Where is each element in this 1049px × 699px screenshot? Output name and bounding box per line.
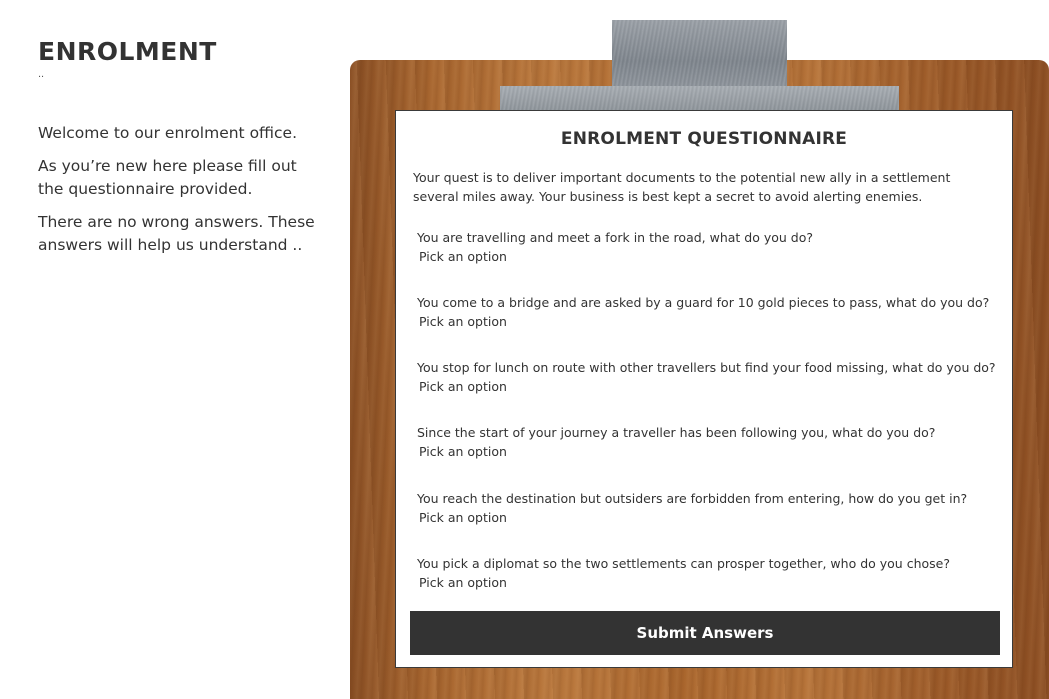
- question-2: You come to a bridge and are asked by a …: [417, 293, 997, 331]
- question-1-dropdown[interactable]: Pick an option: [419, 247, 997, 266]
- question-2-dropdown[interactable]: Pick an option: [419, 312, 997, 331]
- intro-panel: ENROLMENT .. Welcome to our enrolment of…: [38, 36, 318, 267]
- question-6: You pick a diplomat so the two settlemen…: [417, 554, 997, 592]
- clipboard-clip-base: [500, 86, 899, 112]
- question-3: You stop for lunch on route with other t…: [417, 358, 997, 396]
- page-title: ENROLMENT: [38, 37, 217, 66]
- question-6-dropdown[interactable]: Pick an option: [419, 573, 997, 592]
- question-4-dropdown[interactable]: Pick an option: [419, 442, 997, 461]
- question-label: You come to a bridge and are asked by a …: [417, 295, 990, 310]
- intro-text: Welcome to our enrolment office. As you’…: [38, 122, 318, 257]
- intro-paragraph-3: There are no wrong answers. These answer…: [38, 213, 315, 254]
- question-4: Since the start of your journey a travel…: [417, 423, 997, 461]
- question-1: You are travelling and meet a fork in th…: [417, 228, 997, 266]
- page: ENROLMENT .. Welcome to our enrolment of…: [0, 0, 1049, 699]
- intro-paragraph-1: Welcome to our enrolment office.: [38, 124, 298, 142]
- intro-paragraph-2: As you’re new here please fill out the q…: [38, 157, 297, 198]
- question-label: Since the start of your journey a travel…: [417, 425, 936, 440]
- questionnaire-description: Your quest is to deliver important docum…: [413, 170, 951, 204]
- question-label: You pick a diplomat so the two settlemen…: [417, 556, 950, 571]
- questionnaire-title: ENROLMENT QUESTIONNAIRE: [560, 129, 848, 149]
- question-3-dropdown[interactable]: Pick an option: [419, 377, 997, 396]
- questionnaire-sheet: ENROLMENT QUESTIONNAIRE Your quest is to…: [395, 110, 1013, 668]
- question-label: You reach the destination but outsiders …: [417, 491, 968, 506]
- submit-answers-button[interactable]: Submit Answers: [410, 611, 1000, 655]
- question-label: You are travelling and meet a fork in th…: [417, 230, 814, 245]
- question-5-dropdown[interactable]: Pick an option: [419, 508, 997, 527]
- question-label: You stop for lunch on route with other t…: [417, 360, 996, 375]
- page-subtitle: ..: [38, 68, 45, 80]
- question-5: You reach the destination but outsiders …: [417, 489, 997, 527]
